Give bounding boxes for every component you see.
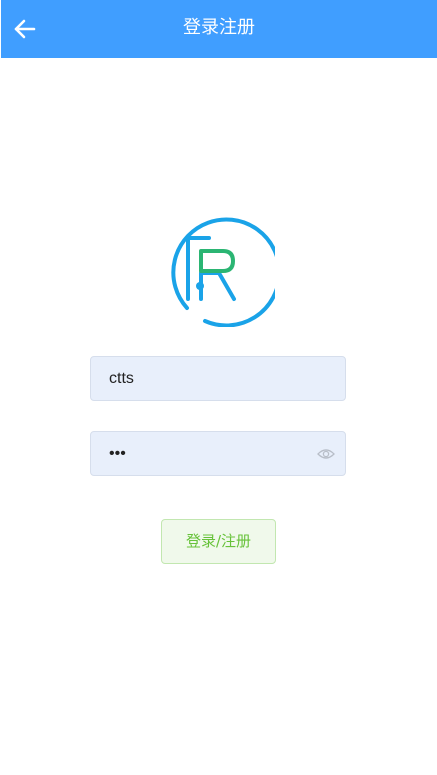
password-input[interactable]: [91, 432, 345, 475]
app-header: 登录注册: [1, 0, 437, 58]
password-field[interactable]: [90, 431, 346, 476]
show-password-button[interactable]: [317, 446, 335, 462]
eye-icon: [317, 449, 335, 459]
username-input[interactable]: [91, 357, 345, 400]
r-logo-icon: [171, 217, 282, 328]
username-field[interactable]: [90, 356, 346, 401]
app-logo: [161, 213, 282, 328]
login-page: 登录注册 登录/注册: [0, 0, 437, 775]
login-register-button[interactable]: 登录/注册: [161, 519, 276, 564]
page-title: 登录注册: [183, 17, 255, 38]
